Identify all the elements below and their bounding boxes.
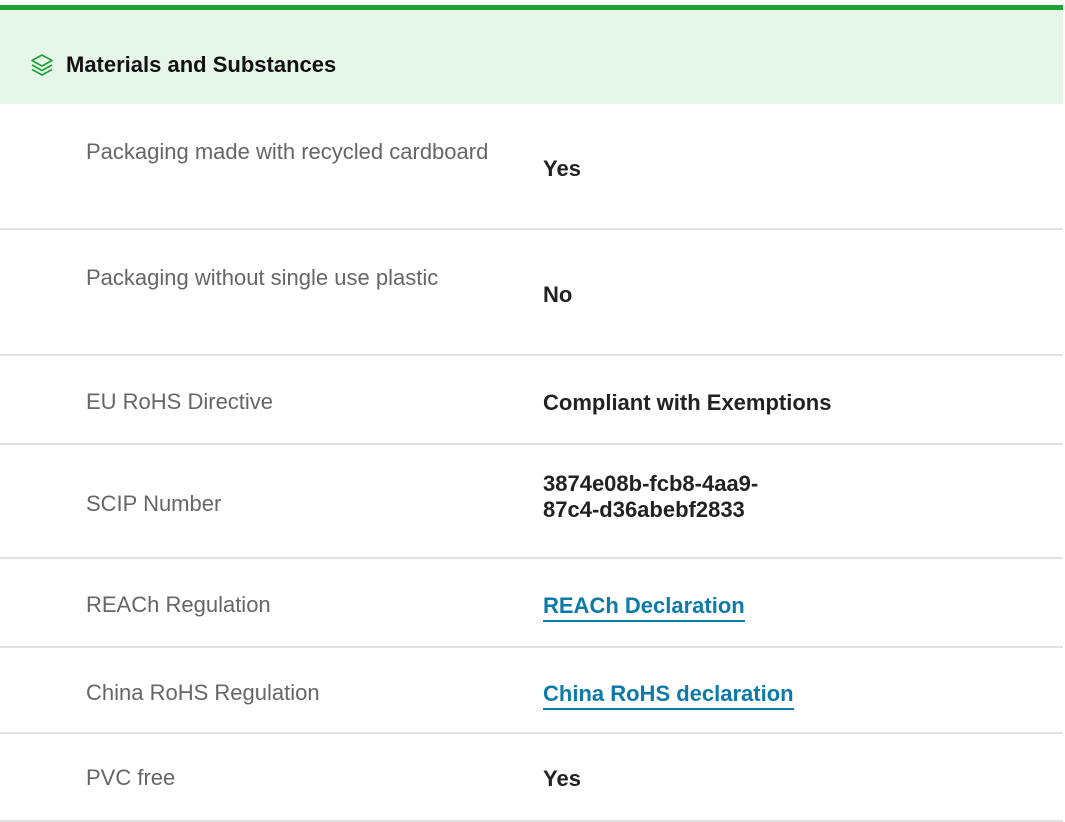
table-row: EU RoHS Directive Compliant with Exempti… [0, 356, 1063, 445]
section-header[interactable]: Materials and Substances [0, 5, 1063, 104]
china-rohs-declaration-link[interactable]: China RoHS declaration [543, 681, 794, 710]
row-label: Packaging without single use plastic [86, 265, 439, 290]
row-value: China RoHS declaration [543, 681, 963, 710]
layers-icon [29, 52, 55, 78]
row-label: SCIP Number [86, 491, 222, 516]
row-value: 3874e08b-fcb8-4aa9-87c4-d36abebf2833 [543, 471, 759, 522]
section-title: Materials and Substances [66, 52, 337, 77]
row-label: REACh Regulation [86, 592, 271, 617]
row-label: EU RoHS Directive [86, 389, 274, 414]
row-label: China RoHS Regulation [86, 680, 320, 705]
materials-panel: Materials and Substances Packaging made … [0, 0, 1063, 822]
row-value: Yes [543, 156, 581, 181]
row-value: Yes [543, 766, 581, 791]
row-label: Packaging made with recycled cardboard [86, 139, 489, 164]
row-value: REACh Declaration [543, 593, 963, 622]
row-value: Compliant with Exemptions [543, 390, 832, 415]
table-row: Packaging made with recycled cardboard Y… [0, 104, 1063, 230]
table-row: PVC free Yes [0, 734, 1063, 822]
table-row: SCIP Number 3874e08b-fcb8-4aa9-87c4-d36a… [0, 445, 1063, 559]
row-label: PVC free [86, 765, 176, 790]
row-value: No [543, 282, 573, 307]
reach-declaration-link[interactable]: REACh Declaration [543, 593, 745, 622]
table-row: Packaging without single use plastic No [0, 230, 1063, 356]
table-row: REACh Regulation REACh Declaration [0, 559, 1063, 648]
table-row: China RoHS Regulation China RoHS declara… [0, 648, 1063, 734]
